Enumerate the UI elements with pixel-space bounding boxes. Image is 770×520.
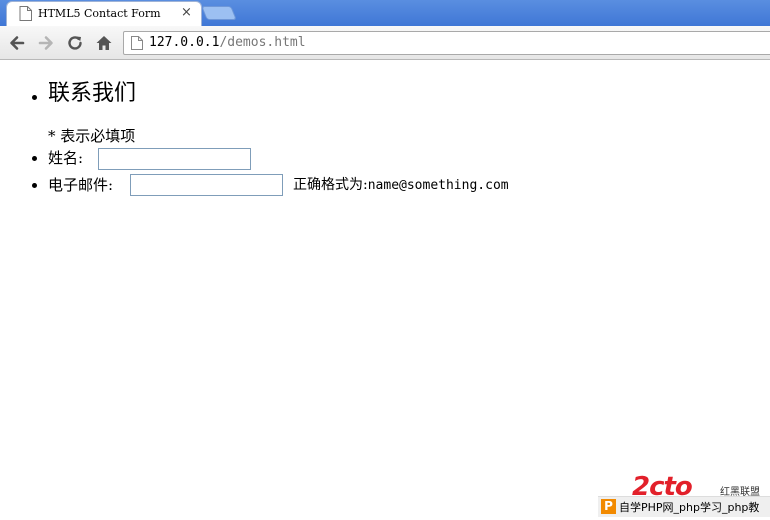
reload-icon <box>68 36 82 50</box>
required-note: * 表示必填项 <box>48 127 136 145</box>
page-icon <box>131 36 143 50</box>
url-host: 127.0.0.1 <box>149 35 220 50</box>
list-bullet <box>32 183 37 188</box>
new-tab-button[interactable] <box>201 6 237 20</box>
page-content: 联系我们 * 表示必填项 姓名: 电子邮件: 正确格式为:name@someth… <box>0 60 770 520</box>
home-icon <box>96 36 112 50</box>
email-input[interactable] <box>130 174 283 196</box>
list-bullet <box>32 156 37 161</box>
home-button[interactable] <box>93 32 115 54</box>
email-label: 电子邮件: <box>48 176 114 194</box>
url-text[interactable]: 127.0.0.1/demos.html <box>149 35 306 50</box>
watermark-text: 自学PHP网_php学习_php教 <box>619 501 760 514</box>
url-path: /demos.html <box>219 35 306 50</box>
watermark-badge-icon: P <box>601 499 616 514</box>
browser-toolbar: 127.0.0.1/demos.html <box>0 26 770 60</box>
reload-button[interactable] <box>64 32 86 54</box>
document-icon <box>19 6 32 21</box>
forward-icon <box>38 36 53 50</box>
back-button[interactable] <box>6 32 28 54</box>
watermark-bar: P 自学PHP网_php学习_php教 <box>598 496 770 517</box>
address-bar[interactable]: 127.0.0.1/demos.html <box>123 31 770 55</box>
list-bullet <box>32 95 37 100</box>
tab-strip: HTML5 Contact Form × <box>0 0 770 26</box>
back-icon <box>10 36 25 50</box>
page-heading: 联系我们 <box>48 81 137 106</box>
tab-title: HTML5 Contact Form <box>38 7 161 20</box>
forward-button[interactable] <box>35 32 57 54</box>
tab-active[interactable]: HTML5 Contact Form × <box>6 1 202 26</box>
email-hint-prefix: 正确格式为: <box>293 177 368 193</box>
email-hint: 正确格式为:name@something.com <box>293 176 509 195</box>
name-input[interactable] <box>98 148 251 170</box>
email-hint-example: name@something.com <box>367 178 509 193</box>
name-label: 姓名: <box>48 149 84 167</box>
tab-close-icon[interactable]: × <box>181 5 192 21</box>
